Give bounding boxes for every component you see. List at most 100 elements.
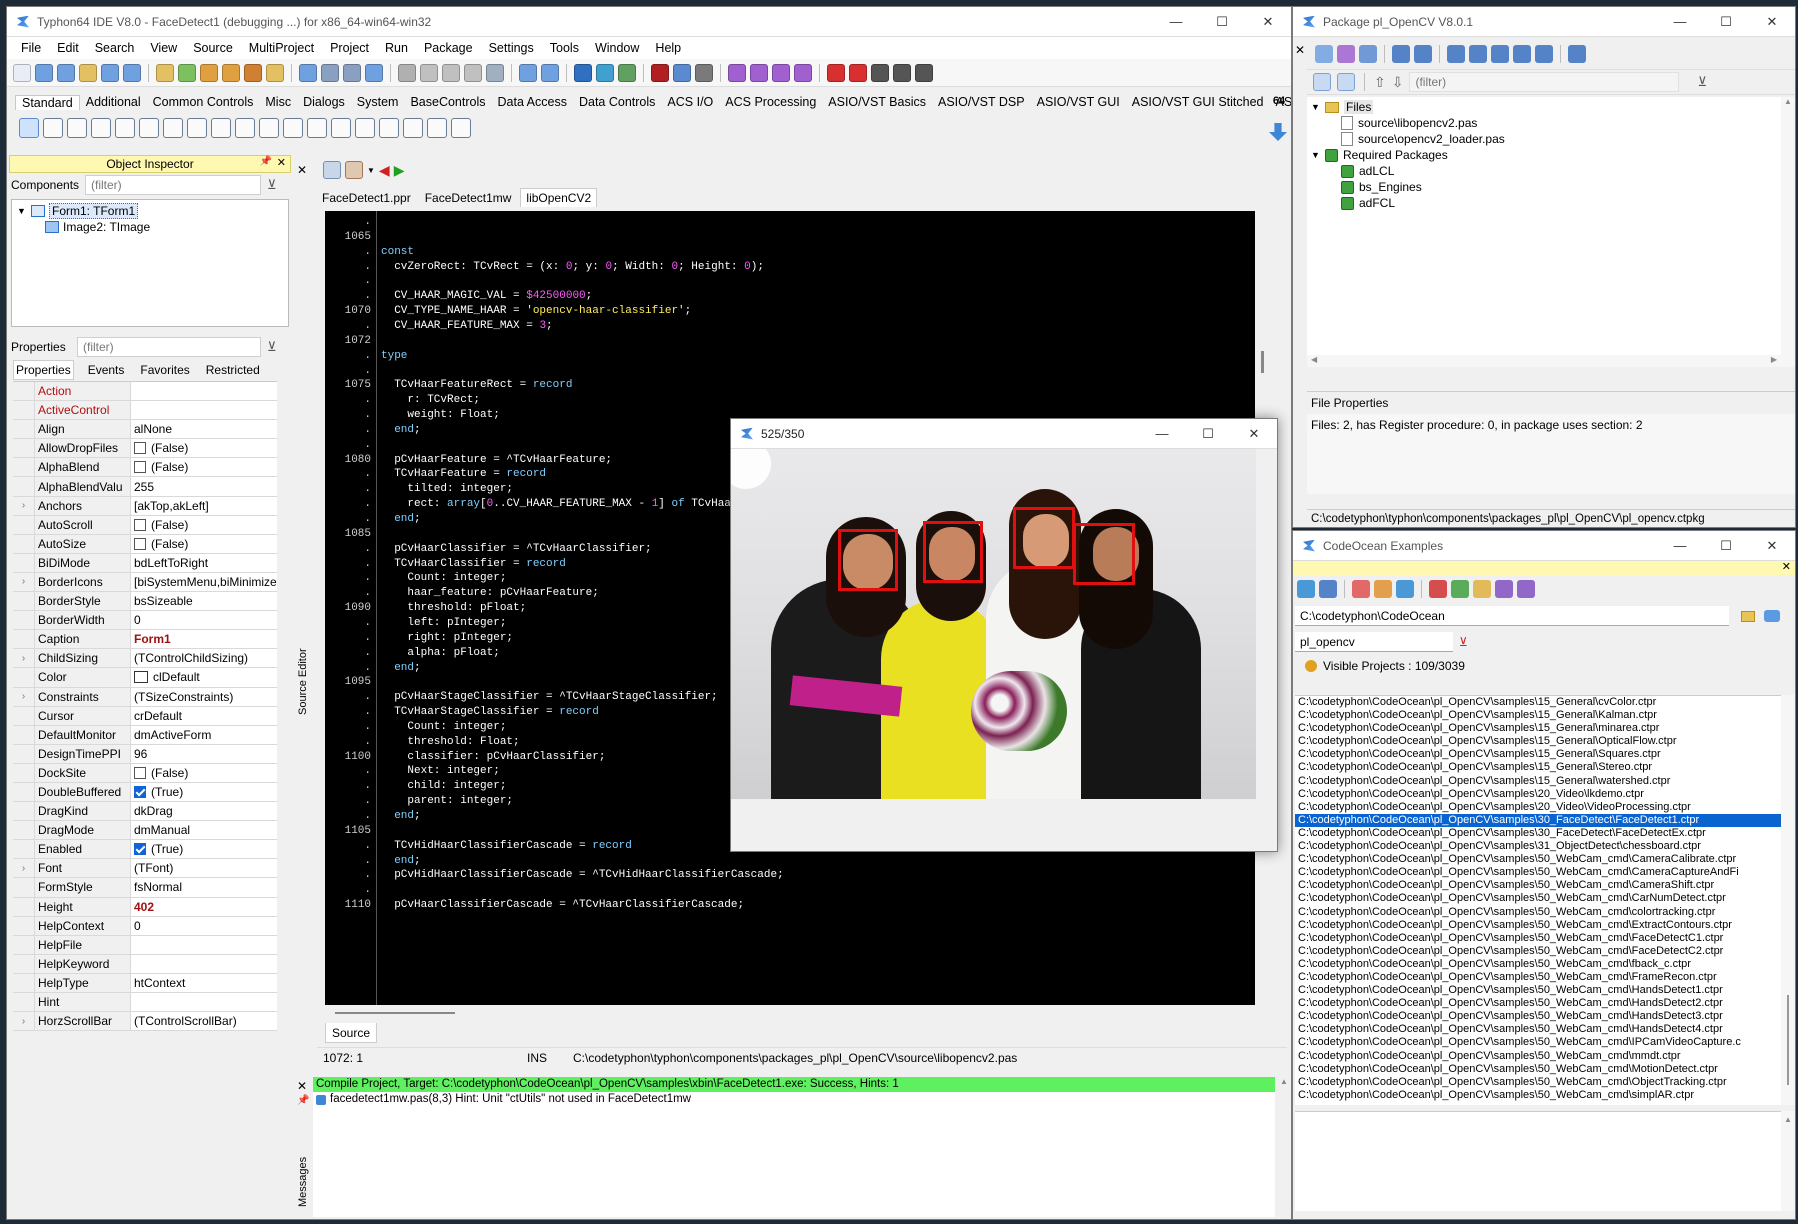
property-value[interactable]: 96 <box>131 744 277 763</box>
toggle-form-icon[interactable] <box>398 63 416 82</box>
list-item[interactable]: C:\codetyphon\CodeOcean\pl_OpenCV\sample… <box>1295 1089 1781 1102</box>
palette-tab-misc[interactable]: Misc <box>259 95 297 109</box>
close-icon[interactable]: ✕ <box>1749 7 1795 37</box>
property-row[interactable]: HelpFile <box>13 935 277 955</box>
list-item[interactable]: C:\codetyphon\CodeOcean\pl_OpenCV\sample… <box>1295 906 1781 919</box>
package-close-small-icon[interactable]: ✕ <box>1295 43 1305 57</box>
toggle-box-icon[interactable] <box>187 118 207 138</box>
property-value[interactable]: Form1 <box>131 630 277 649</box>
step-over-icon[interactable] <box>772 63 790 82</box>
property-row[interactable]: DoubleBuffered (True) <box>13 782 277 803</box>
property-row[interactable]: › BorderIcons [biSystemMenu,biMinimize <box>13 572 277 593</box>
checkbox[interactable] <box>134 843 146 856</box>
main-menu-icon[interactable] <box>43 118 63 138</box>
codeocean-titlebar[interactable]: CodeOcean Examples — ☐ ✕ <box>1293 531 1795 561</box>
search-icon[interactable] <box>101 63 119 82</box>
list-item[interactable]: C:\codetyphon\CodeOcean\pl_OpenCV\sample… <box>1295 1010 1781 1023</box>
minimize-icon[interactable]: — <box>1153 7 1199 37</box>
property-row[interactable]: › Font (TFont) <box>13 859 277 879</box>
download-arrow-icon[interactable] <box>1269 123 1287 141</box>
menu-view[interactable]: View <box>142 41 185 55</box>
list-item[interactable]: C:\codetyphon\CodeOcean\pl_OpenCV\sample… <box>1295 945 1781 958</box>
checkgroup-icon[interactable] <box>379 118 399 138</box>
checkbox[interactable] <box>134 518 146 531</box>
expand-icon[interactable]: › <box>13 649 35 668</box>
pause-icon[interactable] <box>827 63 845 82</box>
collapse-icon[interactable]: ▼ <box>1311 150 1325 160</box>
list-item[interactable]: C:\codetyphon\CodeOcean\pl_OpenCV\sample… <box>1295 1063 1781 1076</box>
listbox-icon[interactable] <box>259 118 279 138</box>
palette-tab-data-access[interactable]: Data Access <box>492 95 573 109</box>
combobox-icon[interactable] <box>283 118 303 138</box>
open-multi-icon[interactable] <box>596 63 614 82</box>
menu-project[interactable]: Project <box>322 41 377 55</box>
inspector-tab-favorites[interactable]: Favorites <box>138 361 191 379</box>
property-value[interactable] <box>131 401 277 420</box>
list-item[interactable]: C:\codetyphon\CodeOcean\pl_OpenCV\sample… <box>1295 853 1781 866</box>
package-titlebar[interactable]: Package pl_OpenCV V8.0.1 — ☐ ✕ <box>1293 7 1795 37</box>
palette-tab-acs-processing[interactable]: ACS Processing <box>719 95 822 109</box>
list-item[interactable]: C:\codetyphon\CodeOcean\pl_OpenCV\sample… <box>1295 827 1781 840</box>
codeocean-list-scrollbar[interactable] <box>1781 695 1795 1105</box>
view-forms-icon[interactable] <box>442 63 460 82</box>
close-icon[interactable]: ✕ <box>277 156 286 169</box>
debug-icon[interactable] <box>244 63 262 82</box>
list-item[interactable]: C:\codetyphon\CodeOcean\pl_OpenCV\sample… <box>1295 1036 1781 1049</box>
property-row[interactable]: › HorzScrollBar (TControlScrollBar) <box>13 1012 277 1032</box>
property-row[interactable]: Hint <box>13 993 277 1013</box>
list-item[interactable]: C:\codetyphon\CodeOcean\pl_OpenCV\sample… <box>1295 971 1781 984</box>
property-value[interactable]: (False) <box>131 515 277 534</box>
close-icon[interactable]: ✕ <box>1782 560 1791 573</box>
editor-tab[interactable]: FaceDetect1mw <box>420 189 517 207</box>
chevron-down-icon[interactable] <box>1414 45 1432 63</box>
properties-filter-input[interactable]: (filter) <box>77 337 261 357</box>
tree-node-files[interactable]: ▼ Files <box>1307 99 1781 115</box>
monitor-icon[interactable] <box>673 63 691 82</box>
property-value[interactable]: (TFont) <box>131 859 277 878</box>
frame-icon[interactable] <box>427 118 447 138</box>
palette-tab-dialogs[interactable]: Dialogs <box>297 95 351 109</box>
refresh-icon[interactable] <box>618 63 636 82</box>
list-item[interactable]: C:\codetyphon\CodeOcean\pl_OpenCV\sample… <box>1295 1023 1781 1036</box>
property-row[interactable]: ActiveControl <box>13 401 277 421</box>
list-item[interactable]: C:\codetyphon\CodeOcean\pl_OpenCV\sample… <box>1295 1050 1781 1063</box>
checkbox-icon[interactable] <box>211 118 231 138</box>
minimize-icon[interactable]: — <box>1657 7 1703 37</box>
menu-multiproject[interactable]: MultiProject <box>241 41 322 55</box>
palette-tab-data-controls[interactable]: Data Controls <box>573 95 661 109</box>
list-item[interactable]: C:\codetyphon\CodeOcean\pl_OpenCV\sample… <box>1295 932 1781 945</box>
expand-icon[interactable]: › <box>13 572 35 592</box>
compile-icon[interactable] <box>1337 45 1355 63</box>
property-row[interactable]: BorderWidth 0 <box>13 611 277 631</box>
property-row[interactable]: Caption Form1 <box>13 630 277 650</box>
property-value[interactable]: dmActiveForm <box>131 725 277 744</box>
multi-project-icon[interactable] <box>574 63 592 82</box>
property-value[interactable]: 0 <box>131 916 277 935</box>
message-hint[interactable]: facedetect1mw.pas(8,3) Hint: Unit "ctUti… <box>313 1092 1275 1107</box>
copy-icon[interactable] <box>321 63 339 82</box>
step-icon[interactable] <box>750 63 768 82</box>
actionlist-icon[interactable] <box>451 118 471 138</box>
pointer-icon[interactable] <box>19 118 39 138</box>
folder-open-icon[interactable] <box>1764 610 1780 622</box>
run-to-cursor-icon[interactable] <box>915 63 933 82</box>
compile-icon[interactable] <box>178 63 196 82</box>
checkbox[interactable] <box>134 537 146 550</box>
property-value[interactable] <box>131 993 277 1012</box>
palette-tab-standard[interactable]: Standard <box>15 94 80 110</box>
filter-clear-icon[interactable]: ⊻ <box>267 177 277 193</box>
property-row[interactable]: FormStyle fsNormal <box>13 878 277 898</box>
property-value[interactable]: 0 <box>131 611 277 630</box>
tree-item-package[interactable]: bs_Engines <box>1307 179 1781 195</box>
properties-icon[interactable] <box>486 63 504 82</box>
tree-item-form1[interactable]: ▼ Form1: TForm1 <box>15 203 285 219</box>
sort-az-icon[interactable] <box>1337 73 1355 91</box>
file-list-icon[interactable] <box>323 161 341 179</box>
filter-clear-icon[interactable]: ⊻ <box>1459 635 1468 649</box>
editor-tab[interactable]: libOpenCV2 <box>520 188 598 207</box>
property-row[interactable]: DragKind dkDrag <box>13 802 277 822</box>
property-value[interactable]: (False) <box>131 439 277 458</box>
menu-settings[interactable]: Settings <box>481 41 542 55</box>
step-into-icon[interactable] <box>871 63 889 82</box>
property-value[interactable]: (TSizeConstraints) <box>131 687 277 706</box>
